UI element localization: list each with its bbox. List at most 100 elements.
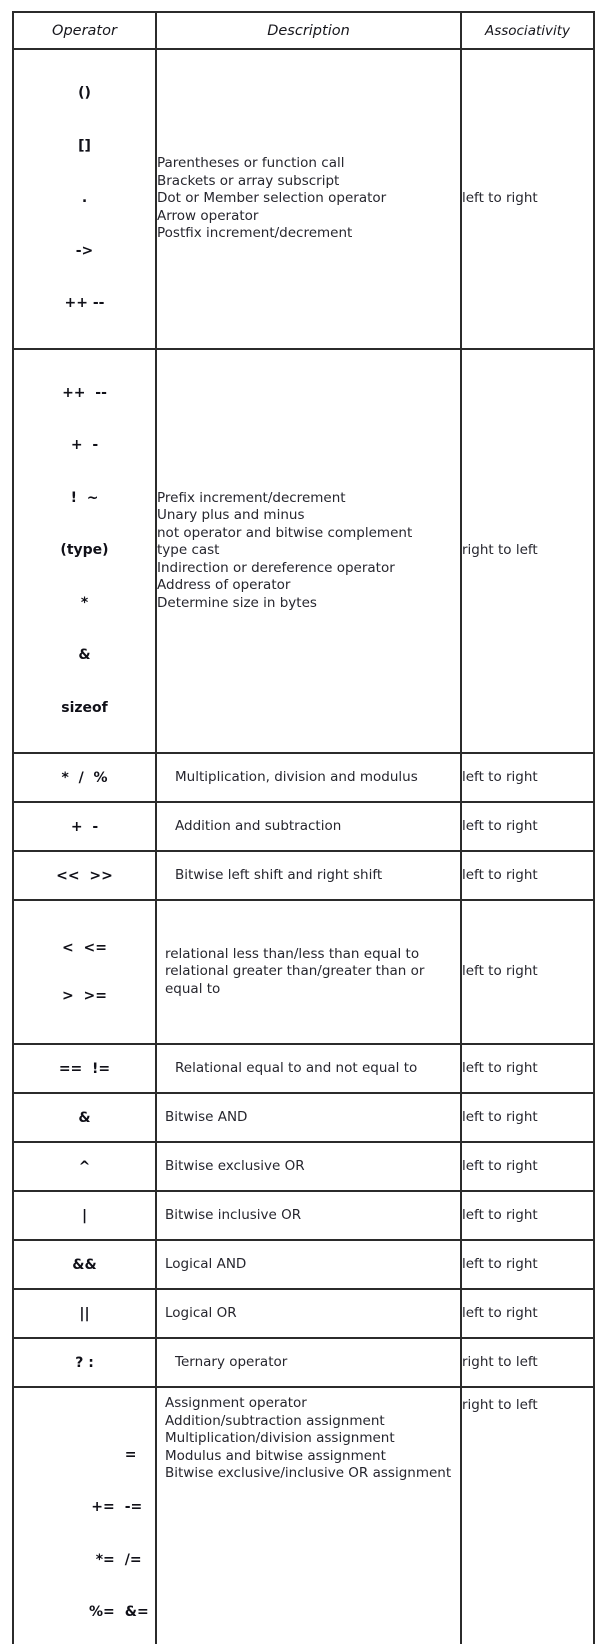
operator-cell: * / % [13, 753, 156, 802]
operator-line: & [14, 647, 155, 665]
operator-pair-line: %=&= [63, 1604, 177, 1622]
description-line: Brackets or array subscript [157, 173, 460, 191]
table-row: || Logical OR left to right [13, 1289, 594, 1338]
description-cell: Bitwise inclusive OR [156, 1191, 461, 1240]
description-line: Address of operator [157, 577, 460, 595]
table-row: && Logical AND left to right [13, 1240, 594, 1289]
table-row: = +=-= *=/= %=&= ^=|= <<=>>= Assignment … [13, 1387, 594, 1644]
operator-cell: || [13, 1289, 156, 1338]
associativity-cell: left to right [461, 1289, 594, 1338]
description-cell: Logical AND [156, 1240, 461, 1289]
associativity-cell: right to left [461, 1338, 594, 1387]
associativity-cell: right to left [461, 349, 594, 754]
associativity-cell: left to right [461, 802, 594, 851]
table-row: * / % Multiplication, division and modul… [13, 753, 594, 802]
associativity-cell: left to right [461, 49, 594, 349]
table-row: ? : Ternary operator right to left [13, 1338, 594, 1387]
operator-cell: << >> [13, 851, 156, 900]
operator-left: += [63, 1499, 115, 1517]
operator-line: > >= [14, 988, 155, 1004]
description-line: Dot or Member selection operator [157, 190, 460, 208]
description-line: not operator and bitwise complement [157, 525, 460, 543]
associativity-cell: right to left [461, 1387, 594, 1644]
associativity-cell: left to right [461, 753, 594, 802]
operator-line: sizeof [14, 700, 155, 718]
operator-cell: ? : [13, 1338, 156, 1387]
table-row: ^ Bitwise exclusive OR left to right [13, 1142, 594, 1191]
operator-left: *= [63, 1552, 115, 1570]
operator-cell: ++ -- + - ! ~ (type) * & sizeof [13, 349, 156, 754]
associativity-cell: left to right [461, 1044, 594, 1093]
table-row: & Bitwise AND left to right [13, 1093, 594, 1142]
operator-left: %= [63, 1604, 115, 1622]
description-cell: Ternary operator [156, 1338, 461, 1387]
operator-cell: == != [13, 1044, 156, 1093]
operator-precedence-table: Operator Description Associativity () []… [12, 11, 595, 1644]
operator-cell: = +=-= *=/= %=&= ^=|= <<=>>= [13, 1387, 156, 1644]
description-line: relational greater than/greater than or [165, 963, 460, 981]
operator-line: [] [14, 138, 155, 156]
description-line: Determine size in bytes [157, 595, 460, 613]
operator-line: () [14, 85, 155, 103]
operator-line: + - [14, 437, 155, 455]
description-cell: Assignment operator Addition/subtraction… [156, 1387, 461, 1644]
description-line: Addition/subtraction assignment [165, 1413, 460, 1431]
description-line: equal to [165, 981, 460, 999]
description-line: Multiplication/division assignment [165, 1430, 460, 1448]
operator-pair-line: +=-= [63, 1499, 177, 1517]
operator-line: < <= [14, 940, 155, 956]
description-line: Indirection or dereference operator [157, 560, 460, 578]
table-row: == != Relational equal to and not equal … [13, 1044, 594, 1093]
operator-cell: < <= > >= [13, 900, 156, 1044]
operator-cell: ^ [13, 1142, 156, 1191]
operator-right: -= [115, 1499, 177, 1517]
associativity-cell: left to right [461, 900, 594, 1044]
operator-pair-grid: = +=-= *=/= %=&= ^=|= <<=>>= [63, 1412, 177, 1644]
description-line: type cast [157, 542, 460, 560]
operator-precedence-table-container: Operator Description Associativity () []… [12, 11, 593, 1644]
operator-line: -> [14, 243, 155, 261]
description-cell: Parentheses or function call Brackets or… [156, 49, 461, 349]
operator-pair-line: *=/= [63, 1552, 177, 1570]
table-row: () [] . -> ++ -- Parentheses or function… [13, 49, 594, 349]
description-cell: Bitwise left shift and right shift [156, 851, 461, 900]
description-cell: Prefix increment/decrement Unary plus an… [156, 349, 461, 754]
description-cell: Bitwise exclusive OR [156, 1142, 461, 1191]
column-header-description: Description [156, 12, 461, 49]
operator-cell: | [13, 1191, 156, 1240]
description-line: Bitwise exclusive/inclusive OR assignmen… [165, 1465, 460, 1483]
description-line: Unary plus and minus [157, 507, 460, 525]
associativity-cell: left to right [461, 851, 594, 900]
table-row: | Bitwise inclusive OR left to right [13, 1191, 594, 1240]
column-header-operator: Operator [13, 12, 156, 49]
table-row: << >> Bitwise left shift and right shift… [13, 851, 594, 900]
description-cell: Bitwise AND [156, 1093, 461, 1142]
operator-line: ++ -- [14, 295, 155, 313]
operator-cell: () [] . -> ++ -- [13, 49, 156, 349]
description-line: relational less than/less than equal to [165, 946, 460, 964]
description-cell: Addition and subtraction [156, 802, 461, 851]
operator-cell: & [13, 1093, 156, 1142]
operator-pair-line: = [63, 1447, 177, 1465]
associativity-cell: left to right [461, 1240, 594, 1289]
description-line: Assignment operator [165, 1395, 460, 1413]
operator-line: ++ -- [14, 385, 155, 403]
description-line: Modulus and bitwise assignment [165, 1448, 460, 1466]
associativity-cell: left to right [461, 1093, 594, 1142]
table-header-row: Operator Description Associativity [13, 12, 594, 49]
operator-right: /= [115, 1552, 177, 1570]
table-row: < <= > >= relational less than/less than… [13, 900, 594, 1044]
description-line: Parentheses or function call [157, 155, 460, 173]
operator-cell: + - [13, 802, 156, 851]
description-cell: relational less than/less than equal to … [156, 900, 461, 1044]
operator-cell: && [13, 1240, 156, 1289]
description-cell: Relational equal to and not equal to [156, 1044, 461, 1093]
description-cell: Logical OR [156, 1289, 461, 1338]
operator-line: * [14, 595, 155, 613]
operator-line: (type) [14, 542, 155, 560]
operator-right: &= [115, 1604, 177, 1622]
description-line: Postfix increment/decrement [157, 225, 460, 243]
associativity-cell: left to right [461, 1191, 594, 1240]
associativity-cell: left to right [461, 1142, 594, 1191]
table-row: ++ -- + - ! ~ (type) * & sizeof Prefix i… [13, 349, 594, 754]
